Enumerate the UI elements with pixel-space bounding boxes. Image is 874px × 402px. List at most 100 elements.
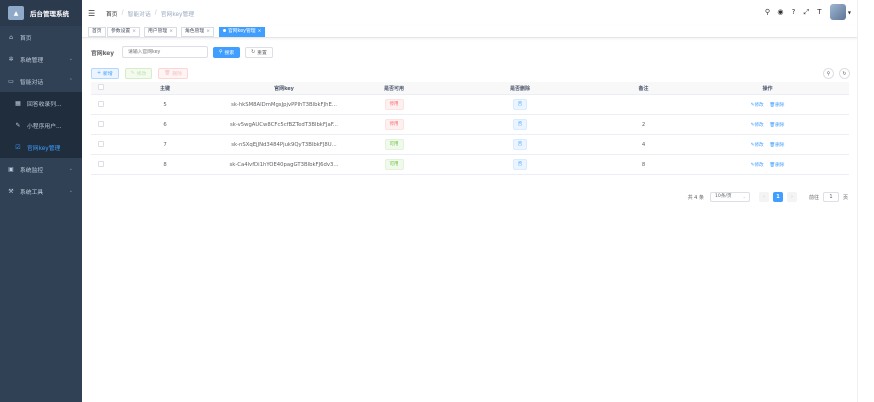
close-icon[interactable]: × bbox=[258, 29, 262, 34]
cell-key: sk-Ca4lvfDi1hYOE40pagGT3BlbkFJ6dv3... bbox=[229, 161, 339, 168]
chevron-up-icon: ⌃ bbox=[68, 78, 73, 84]
column-header: 主键 bbox=[159, 85, 170, 92]
tag-users[interactable]: 用户管理 × bbox=[144, 27, 177, 37]
cell-key: sk-nSXqEjJNd3484Pjuk9QyT3BlbkFJ8U... bbox=[231, 141, 337, 148]
sidebar-item-miniapp-users[interactable]: ✎ 小程序用户... bbox=[0, 114, 82, 136]
tag-key-management[interactable]: 官网key管理 × bbox=[219, 27, 266, 37]
breadcrumb-item[interactable]: 首页 bbox=[106, 9, 118, 18]
caret-down-icon[interactable]: ▼ bbox=[848, 10, 851, 15]
row-checkbox[interactable] bbox=[98, 120, 104, 127]
sidebar-item-answers[interactable]: ▦ 回答收录列... bbox=[0, 92, 82, 114]
sidebar-item-home[interactable]: ⌂ 首页 bbox=[0, 26, 82, 48]
breadcrumb-separator: / bbox=[121, 10, 124, 16]
sidebar-item-label: 智能对话 bbox=[20, 79, 44, 86]
plus-icon: + bbox=[97, 71, 102, 76]
edit-icon: ✎ bbox=[130, 71, 135, 76]
font-size-icon[interactable]: T bbox=[814, 8, 825, 16]
search-form: 官网key ⚲搜索 ↻重置 bbox=[91, 46, 273, 58]
avatar[interactable] bbox=[829, 4, 846, 20]
next-page-button[interactable]: › bbox=[786, 192, 797, 202]
cell-deleted: 否 bbox=[439, 159, 601, 170]
cell-deleted: 否 bbox=[439, 119, 601, 130]
cell-ops: ✎修改 🗑删除 bbox=[686, 122, 849, 128]
sidebar-item-label: 小程序用户... bbox=[27, 123, 62, 130]
hamburger-icon[interactable]: ☰ bbox=[88, 9, 98, 18]
cell-ops: ✎修改 🗑删除 bbox=[686, 162, 849, 168]
main-content: 官网key ⚲搜索 ↻重置 +新增 ✎修改 🗑删除 ⚲ ↻ 主键 官网key 是… bbox=[82, 38, 857, 402]
header-checkbox-cell bbox=[91, 84, 111, 92]
close-icon[interactable]: × bbox=[169, 29, 173, 34]
close-icon[interactable]: × bbox=[132, 29, 136, 34]
page-size-select[interactable]: 10条/页 ⌄ bbox=[709, 192, 750, 202]
row-checkbox-cell bbox=[91, 140, 111, 149]
row-edit-link[interactable]: ✎修改 bbox=[751, 163, 764, 168]
prev-page-button[interactable]: ‹ bbox=[758, 192, 769, 202]
search-button[interactable]: ⚲ 搜索 bbox=[213, 46, 241, 58]
reset-button[interactable]: ↻ 重置 bbox=[245, 46, 273, 58]
breadcrumb-separator: / bbox=[154, 10, 157, 16]
logo[interactable]: ▲ 后台管理系统 bbox=[0, 0, 82, 26]
row-checkbox-cell bbox=[91, 160, 111, 169]
row-checkbox[interactable] bbox=[98, 160, 104, 167]
cell-id: 5 bbox=[163, 101, 167, 108]
row-delete-link[interactable]: 🗑删除 bbox=[769, 103, 784, 108]
sidebar-item-monitor[interactable]: ▣ 系统监控 ⌄ bbox=[0, 158, 82, 180]
select-all-checkbox[interactable] bbox=[98, 84, 104, 90]
tag-roles[interactable]: 角色管理 × bbox=[181, 27, 214, 37]
row-checkbox[interactable] bbox=[98, 140, 104, 147]
row-checkbox-cell bbox=[91, 100, 111, 109]
search-icon[interactable]: ⚲ bbox=[762, 8, 773, 16]
sidebar-item-key-management[interactable]: ☑ 官网key管理 bbox=[0, 136, 82, 158]
row-delete-link[interactable]: 🗑删除 bbox=[769, 123, 784, 128]
cell-enabled: 可用 bbox=[349, 139, 439, 150]
monitor-icon: ▣ bbox=[8, 165, 14, 173]
table-tools: ⚲ ↻ bbox=[818, 68, 850, 79]
sidebar-submenu: ▦ 回答收录列... ✎ 小程序用户... ☑ 官网key管理 bbox=[0, 92, 82, 158]
goto-input[interactable]: 1 bbox=[822, 192, 839, 202]
column-header: 是否删除 bbox=[509, 85, 530, 92]
page-number-button[interactable]: 1 bbox=[772, 192, 783, 202]
row-delete-link[interactable]: 🗑删除 bbox=[769, 143, 784, 148]
sidebar-item-system[interactable]: ✲ 系统管理 ⌄ bbox=[0, 48, 82, 70]
cell-deleted: 否 bbox=[439, 139, 601, 150]
tags-view: 首页 参数设置 × 用户管理 × 角色管理 × 官网key管理 × bbox=[82, 26, 857, 38]
tag-label: 首页 bbox=[92, 29, 102, 34]
question-icon[interactable]: ? bbox=[788, 8, 799, 16]
sidebar-item-tools[interactable]: ⚒ 系统工具 ⌄ bbox=[0, 180, 82, 202]
row-edit-link[interactable]: ✎修改 bbox=[751, 143, 764, 148]
delete-button[interactable]: 🗑 删除 bbox=[158, 68, 188, 79]
home-icon: ⌂ bbox=[9, 33, 13, 41]
row-edit-link[interactable]: ✎修改 bbox=[751, 123, 764, 128]
table-row: 5 sk-hkSM8AlDmMgsJpjvPPIhT3BlbkFJhE... 停… bbox=[91, 95, 849, 115]
data-table: 主键 官网key 是否可用 是否删除 备注 操作 5 sk-hkSM8AlDmM… bbox=[91, 82, 849, 175]
sidebar-item-label: 系统工具 bbox=[20, 189, 44, 196]
add-button[interactable]: + 新增 bbox=[91, 68, 119, 79]
cell-enabled: 可用 bbox=[349, 159, 439, 170]
github-icon[interactable]: ◉ bbox=[775, 8, 786, 16]
close-icon[interactable]: × bbox=[206, 29, 210, 34]
search-input[interactable] bbox=[122, 46, 209, 58]
row-checkbox[interactable] bbox=[98, 100, 104, 107]
search-toggle-icon[interactable]: ⚲ bbox=[823, 68, 834, 79]
edit-button[interactable]: ✎ 修改 bbox=[124, 68, 153, 79]
sidebar-item-chat[interactable]: ▭ 智能对话 ⌃ bbox=[0, 70, 82, 92]
tag-params[interactable]: 参数设置 × bbox=[107, 27, 140, 37]
trash-icon: 🗑 bbox=[164, 71, 171, 76]
active-dot-icon bbox=[223, 29, 226, 32]
cell-deleted: 否 bbox=[439, 99, 601, 110]
page-suffix: 页 bbox=[842, 194, 848, 201]
fullscreen-icon[interactable]: ⤢ bbox=[801, 8, 812, 17]
toolbar: + 新增 ✎ 修改 🗑 删除 bbox=[91, 68, 194, 79]
breadcrumb-item: 智能对话 bbox=[127, 11, 151, 18]
deleted-badge: 否 bbox=[512, 99, 528, 110]
tag-label: 参数设置 bbox=[111, 29, 131, 34]
row-edit-link[interactable]: ✎修改 bbox=[751, 103, 764, 108]
cell-key: sk-v5wgAUCw8CFc5cfBZTedT3BlbkFJaF... bbox=[230, 121, 338, 128]
row-edit-label: 修改 bbox=[754, 102, 764, 108]
cell-enabled: 停用 bbox=[349, 119, 439, 130]
refresh-icon[interactable]: ↻ bbox=[839, 68, 850, 79]
row-delete-link[interactable]: 🗑删除 bbox=[769, 163, 784, 168]
cell-ops: ✎修改 🗑删除 bbox=[686, 142, 849, 148]
tag-home[interactable]: 首页 bbox=[88, 27, 106, 37]
cell-enabled: 停用 bbox=[349, 99, 439, 110]
